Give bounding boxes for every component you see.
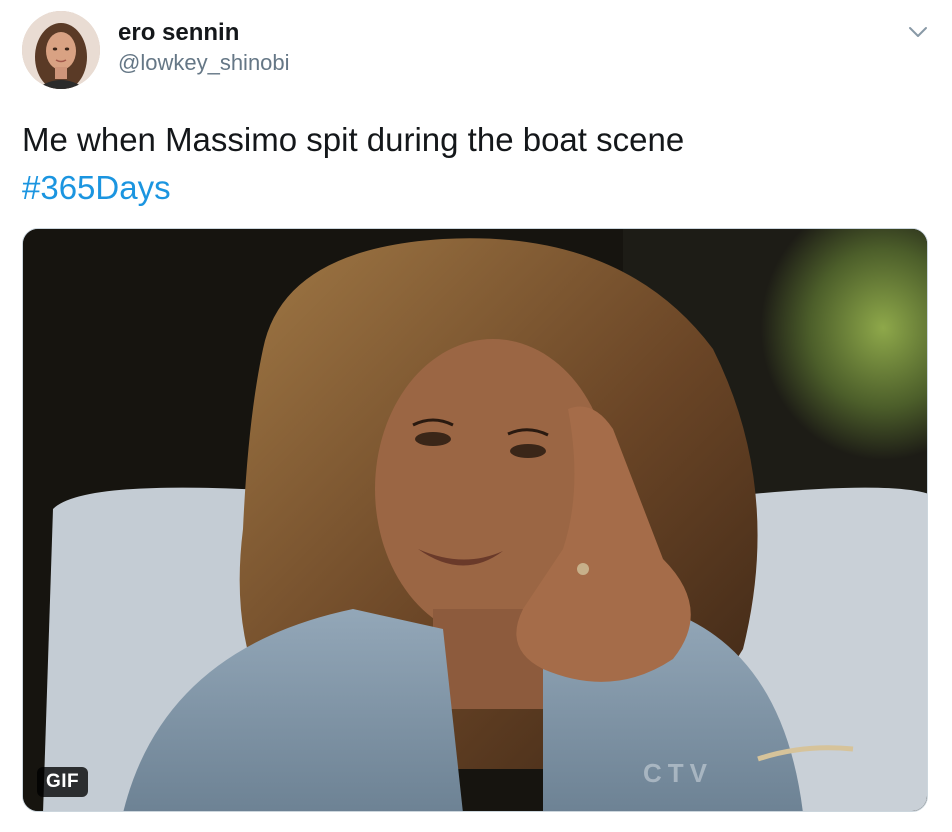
tweet-media-gif[interactable]: CTV GIF xyxy=(22,228,928,812)
hashtag-link[interactable]: #365Days xyxy=(22,164,922,212)
author-avatar[interactable] xyxy=(22,11,100,89)
gif-badge: GIF xyxy=(37,767,89,797)
gif-frame xyxy=(23,229,927,811)
ctv-watermark: CTV xyxy=(643,758,713,788)
tweet-body: Me when Massimo spit during the boat sce… xyxy=(22,121,685,158)
chevron-down-icon[interactable] xyxy=(906,20,930,44)
tweet-card: ero sennin @lowkey_shinobi Me when Massi… xyxy=(0,0,952,832)
avatar-image xyxy=(22,11,100,89)
author-handle[interactable]: @lowkey_shinobi xyxy=(118,48,290,78)
tweet-text: Me when Massimo spit during the boat sce… xyxy=(22,116,922,212)
author-display-name[interactable]: ero sennin xyxy=(118,18,290,48)
author-info: ero sennin @lowkey_shinobi xyxy=(118,18,290,78)
